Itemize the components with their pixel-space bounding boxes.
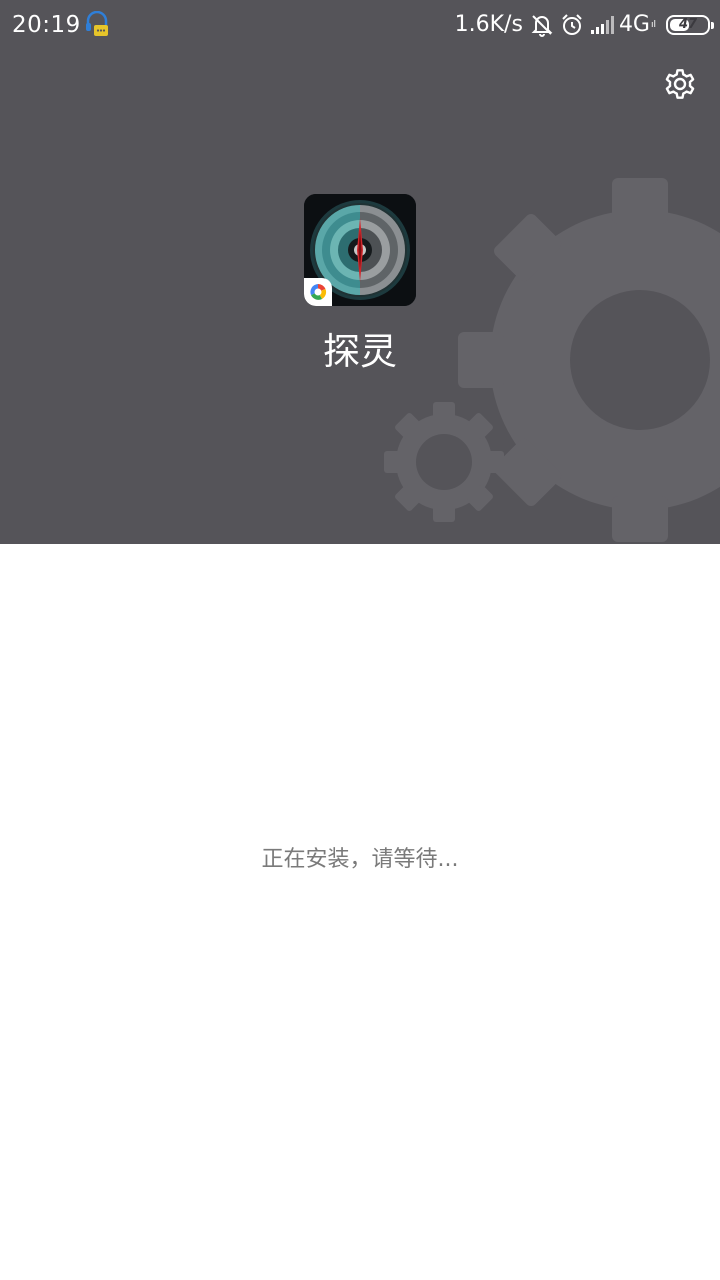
bell-off-icon [531,15,553,37]
store-badge-icon [304,278,332,306]
battery-icon: 47 [666,15,714,35]
status-right-group: 1.6K/s 4G ıl 47 [454,10,714,40]
settings-button[interactable] [660,64,700,104]
small-gear-icon [384,402,504,522]
app-name: 探灵 [323,330,397,373]
network-activity: ıl [650,20,656,30]
network-type: 4G [618,12,650,37]
signal-icon [590,16,614,34]
battery-level: 47 [678,17,698,32]
net-speed: 1.6K/s [454,12,523,37]
status-bar: 20:19 1.6K/s 4G ıl 47 [0,0,720,50]
headset-chat-icon [86,11,108,36]
status-time: 20:19 [12,12,81,38]
battery-cap [711,22,714,29]
install-status-text: 正在安装，请等待... [261,847,459,872]
compass-app-icon [304,194,416,306]
gear-icon [665,69,695,99]
alarm-icon [562,14,582,35]
install-header: 20:19 1.6K/s 4G ıl 47 探灵 [0,0,720,544]
